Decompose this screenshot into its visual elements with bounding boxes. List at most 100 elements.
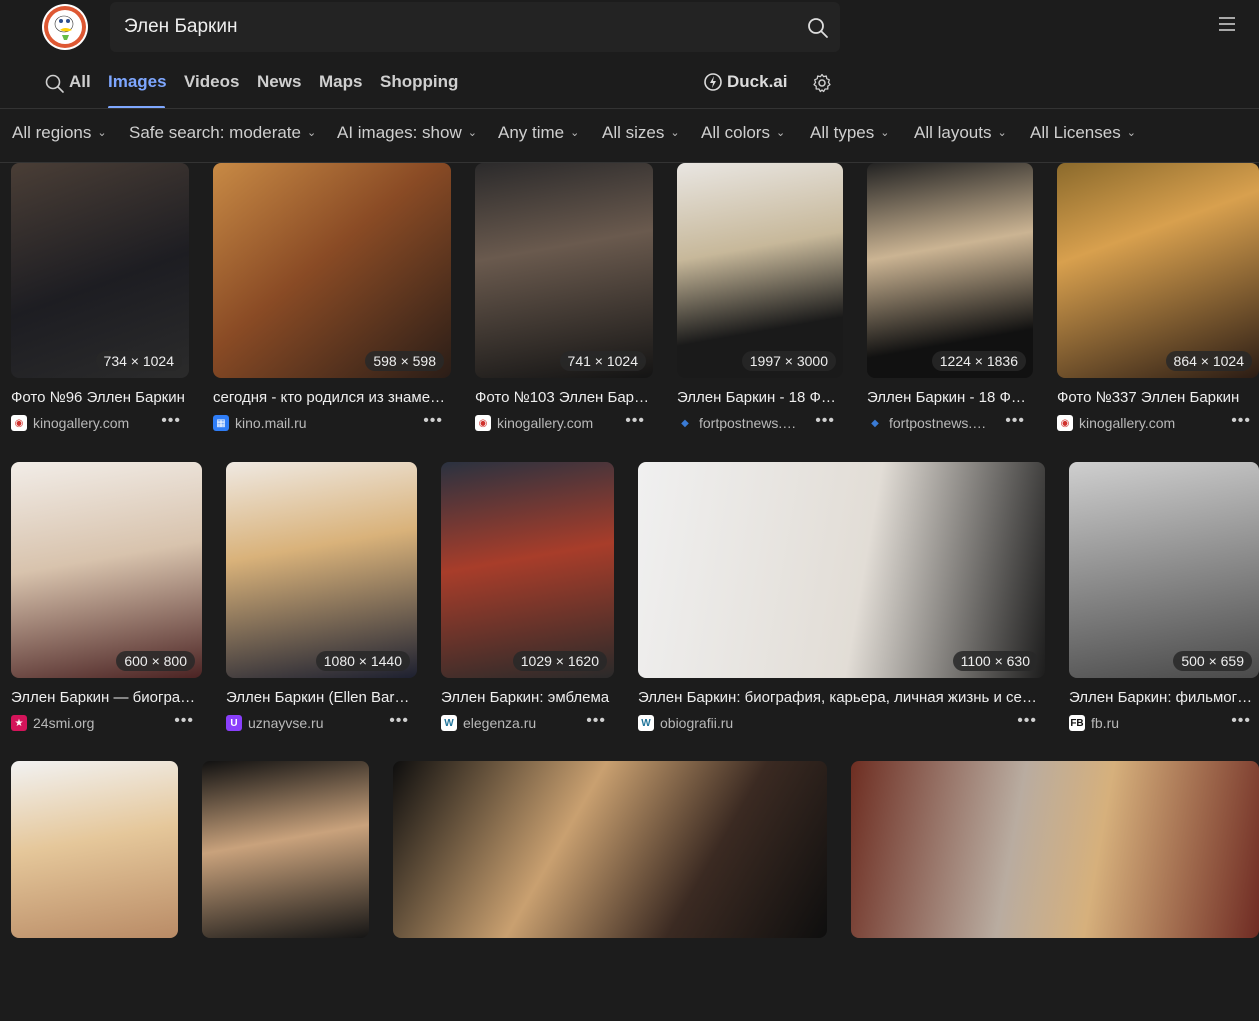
image-result-title[interactable]: сегодня - кто родился из знаменитостей (213, 389, 449, 406)
image-result-source[interactable]: ▦ kino.mail.ru (213, 415, 411, 431)
filter-layouts[interactable]: All layouts ⌄ (914, 123, 1007, 143)
more-options-icon[interactable]: ••• (815, 412, 835, 430)
more-options-icon[interactable]: ••• (161, 412, 181, 430)
chevron-down-icon: ⌄ (1126, 127, 1136, 139)
image-result-card[interactable]: 598 × 598 сегодня - кто родился из знамен… (213, 163, 451, 448)
image-thumbnail[interactable]: 1224 × 1836 (867, 163, 1033, 378)
image-thumbnail[interactable]: 1997 × 3000 (677, 163, 843, 378)
image-result-source[interactable]: Welegenza.ru (441, 715, 574, 731)
filter-ai-images[interactable]: AI images: show ⌄ (337, 123, 477, 143)
duckai-button[interactable]: Duck.ai (703, 72, 787, 92)
image-thumbnail[interactable] (393, 761, 827, 938)
image-result-card[interactable] (202, 761, 369, 1021)
filter-time[interactable]: Any time ⌄ (498, 123, 579, 143)
chevron-down-icon: ⌄ (880, 127, 890, 139)
more-options-icon[interactable]: ••• (423, 412, 443, 430)
shield-icon: ◆ (871, 417, 879, 429)
more-options-icon[interactable]: ••• (389, 712, 409, 730)
filter-sizes[interactable]: All sizes ⌄ (602, 123, 680, 143)
image-result-title[interactable]: Фото №96 Эллен Баркин (11, 389, 187, 406)
more-options-icon[interactable]: ••• (586, 712, 606, 730)
search-input[interactable]: Элен Баркин (124, 16, 237, 38)
u-icon: U (226, 715, 242, 731)
image-result-source[interactable]: ◆ fortpostnews.com (867, 415, 993, 431)
filter-types[interactable]: All types ⌄ (810, 123, 889, 143)
filter-bar: All regions ⌄ Safe search: moderate ⌄ AI i… (0, 110, 1259, 163)
image-result-card[interactable]: 1029 × 1620 Эллен Баркин: эмблема Welegenz… (441, 462, 614, 748)
image-result-title[interactable]: Эллен Баркин - 18 Фото (867, 389, 1031, 406)
image-result-source[interactable]: ◉ kinogallery.com (475, 415, 613, 431)
image-result-title[interactable]: Эллен Баркин — биография (11, 689, 200, 706)
image-result-title[interactable]: Эллен Баркин (Ellen Barkin) (226, 689, 415, 706)
image-result-source[interactable]: FB fb.ru (1069, 715, 1219, 731)
image-result-card[interactable]: 500 × 659 Эллен Баркин: фильмография FB fb.… (1069, 462, 1259, 748)
more-options-icon[interactable]: ••• (625, 412, 645, 430)
source-domain: kinogallery.com (497, 415, 594, 431)
image-thumbnail[interactable]: 734 × 1024 (11, 163, 189, 378)
source-domain: 24smi.org (33, 715, 95, 731)
image-result-source[interactable]: ◆ fortpostnews.com (677, 415, 803, 431)
image-result-title[interactable]: Эллен Баркин: фильмография (1069, 689, 1257, 706)
image-result-card[interactable]: 1080 × 1440 Эллен Баркин (Ellen Barkin) Uu… (226, 462, 417, 748)
image-result-source[interactable]: ◉ kinogallery.com (1057, 415, 1219, 431)
more-options-icon[interactable]: ••• (1231, 412, 1251, 430)
image-result-title[interactable]: Эллен Баркин: эмблема (441, 689, 612, 706)
tab-videos[interactable]: Videos (184, 72, 239, 92)
image-result-card[interactable] (851, 761, 1259, 1021)
header: Элен Баркин All Images Videos News Maps … (0, 0, 1259, 110)
image-result-card[interactable]: 741 × 1024 Фото №103 Эллен Баркин ◉ kinogal… (475, 163, 653, 448)
image-result-source[interactable]: ★ 24smi.org (11, 715, 162, 731)
image-result-card[interactable] (393, 761, 827, 1021)
image-result-source[interactable]: Uuznayvse.ru (226, 715, 377, 731)
image-result-title[interactable]: Эллен Баркин: биография, карьера, личная… (638, 689, 1043, 706)
duckduckgo-logo[interactable] (42, 4, 88, 50)
filter-colors[interactable]: All colors ⌄ (701, 123, 785, 143)
more-options-icon[interactable]: ••• (1005, 412, 1025, 430)
image-thumbnail[interactable]: 600 × 800 (11, 462, 202, 678)
image-result-title[interactable]: Фото №337 Эллен Баркин (1057, 389, 1257, 406)
image-thumbnail[interactable]: 864 × 1024 (1057, 163, 1259, 378)
image-result-card[interactable]: 600 × 800 Эллен Баркин — биография ★ 24smi.… (11, 462, 202, 748)
search-tabs: All Images Videos News Maps Shopping (0, 66, 1259, 110)
tab-news[interactable]: News (257, 72, 301, 92)
image-result-source[interactable]: Wobiografii.ru (638, 715, 1005, 731)
more-options-icon[interactable]: ••• (1231, 712, 1251, 730)
image-result-card[interactable]: 1997 × 3000 Эллен Баркин - 18 Фото ◆ fortpo… (677, 163, 843, 448)
image-thumbnail[interactable]: 500 × 659 (1069, 462, 1259, 678)
calendar-icon: ▦ (213, 415, 229, 431)
image-thumbnail[interactable]: 598 × 598 (213, 163, 451, 378)
tab-maps[interactable]: Maps (319, 72, 362, 92)
tab-images[interactable]: Images (108, 72, 167, 92)
image-thumbnail[interactable] (202, 761, 369, 938)
source-domain: elegenza.ru (463, 715, 537, 731)
tab-shopping[interactable]: Shopping (380, 72, 458, 92)
tab-all[interactable]: All (69, 72, 91, 92)
image-result-card[interactable]: 1100 × 630 Эллен Баркин: биография, карье… (638, 462, 1045, 748)
filter-safe-search[interactable]: Safe search: moderate ⌄ (129, 123, 316, 143)
more-options-icon[interactable]: ••• (1017, 712, 1037, 730)
image-result-card[interactable]: 1224 × 1836 Эллен Баркин - 18 Фото ◆ fortpo… (867, 163, 1033, 448)
image-dimensions-badge: 1224 × 1836 (931, 351, 1026, 371)
image-result-source[interactable]: ◉ kinogallery.com (11, 415, 149, 431)
image-result-card[interactable] (11, 761, 178, 1021)
image-thumbnail[interactable] (11, 761, 178, 938)
image-thumbnail[interactable] (851, 761, 1259, 938)
image-result-title[interactable]: Фото №103 Эллен Баркин (475, 389, 651, 406)
hamburger-menu-button[interactable] (1212, 10, 1242, 38)
image-result-card[interactable]: 734 × 1024 Фото №96 Эллен Баркин ◉ kinogall… (11, 163, 189, 448)
more-options-icon[interactable]: ••• (174, 712, 194, 730)
source-domain: kino.mail.ru (235, 415, 307, 431)
chevron-down-icon: ⌄ (570, 127, 580, 139)
image-result-title[interactable]: Эллен Баркин - 18 Фото (677, 389, 841, 406)
gear-icon[interactable] (812, 73, 832, 93)
filter-licenses[interactable]: All Licenses ⌄ (1030, 123, 1136, 143)
image-dimensions-badge: 600 × 800 (116, 651, 195, 671)
search-button[interactable] (800, 12, 836, 44)
image-thumbnail[interactable]: 1029 × 1620 (441, 462, 614, 678)
image-thumbnail[interactable]: 1080 × 1440 (226, 462, 417, 678)
filter-regions[interactable]: All regions ⌄ (12, 123, 107, 143)
image-thumbnail[interactable]: 741 × 1024 (475, 163, 653, 378)
image-result-card[interactable]: 864 × 1024 Фото №337 Эллен Баркин ◉ kinogal… (1057, 163, 1259, 448)
image-thumbnail[interactable]: 1100 × 630 (638, 462, 1045, 678)
image-dimensions-badge: 741 × 1024 (559, 351, 646, 371)
